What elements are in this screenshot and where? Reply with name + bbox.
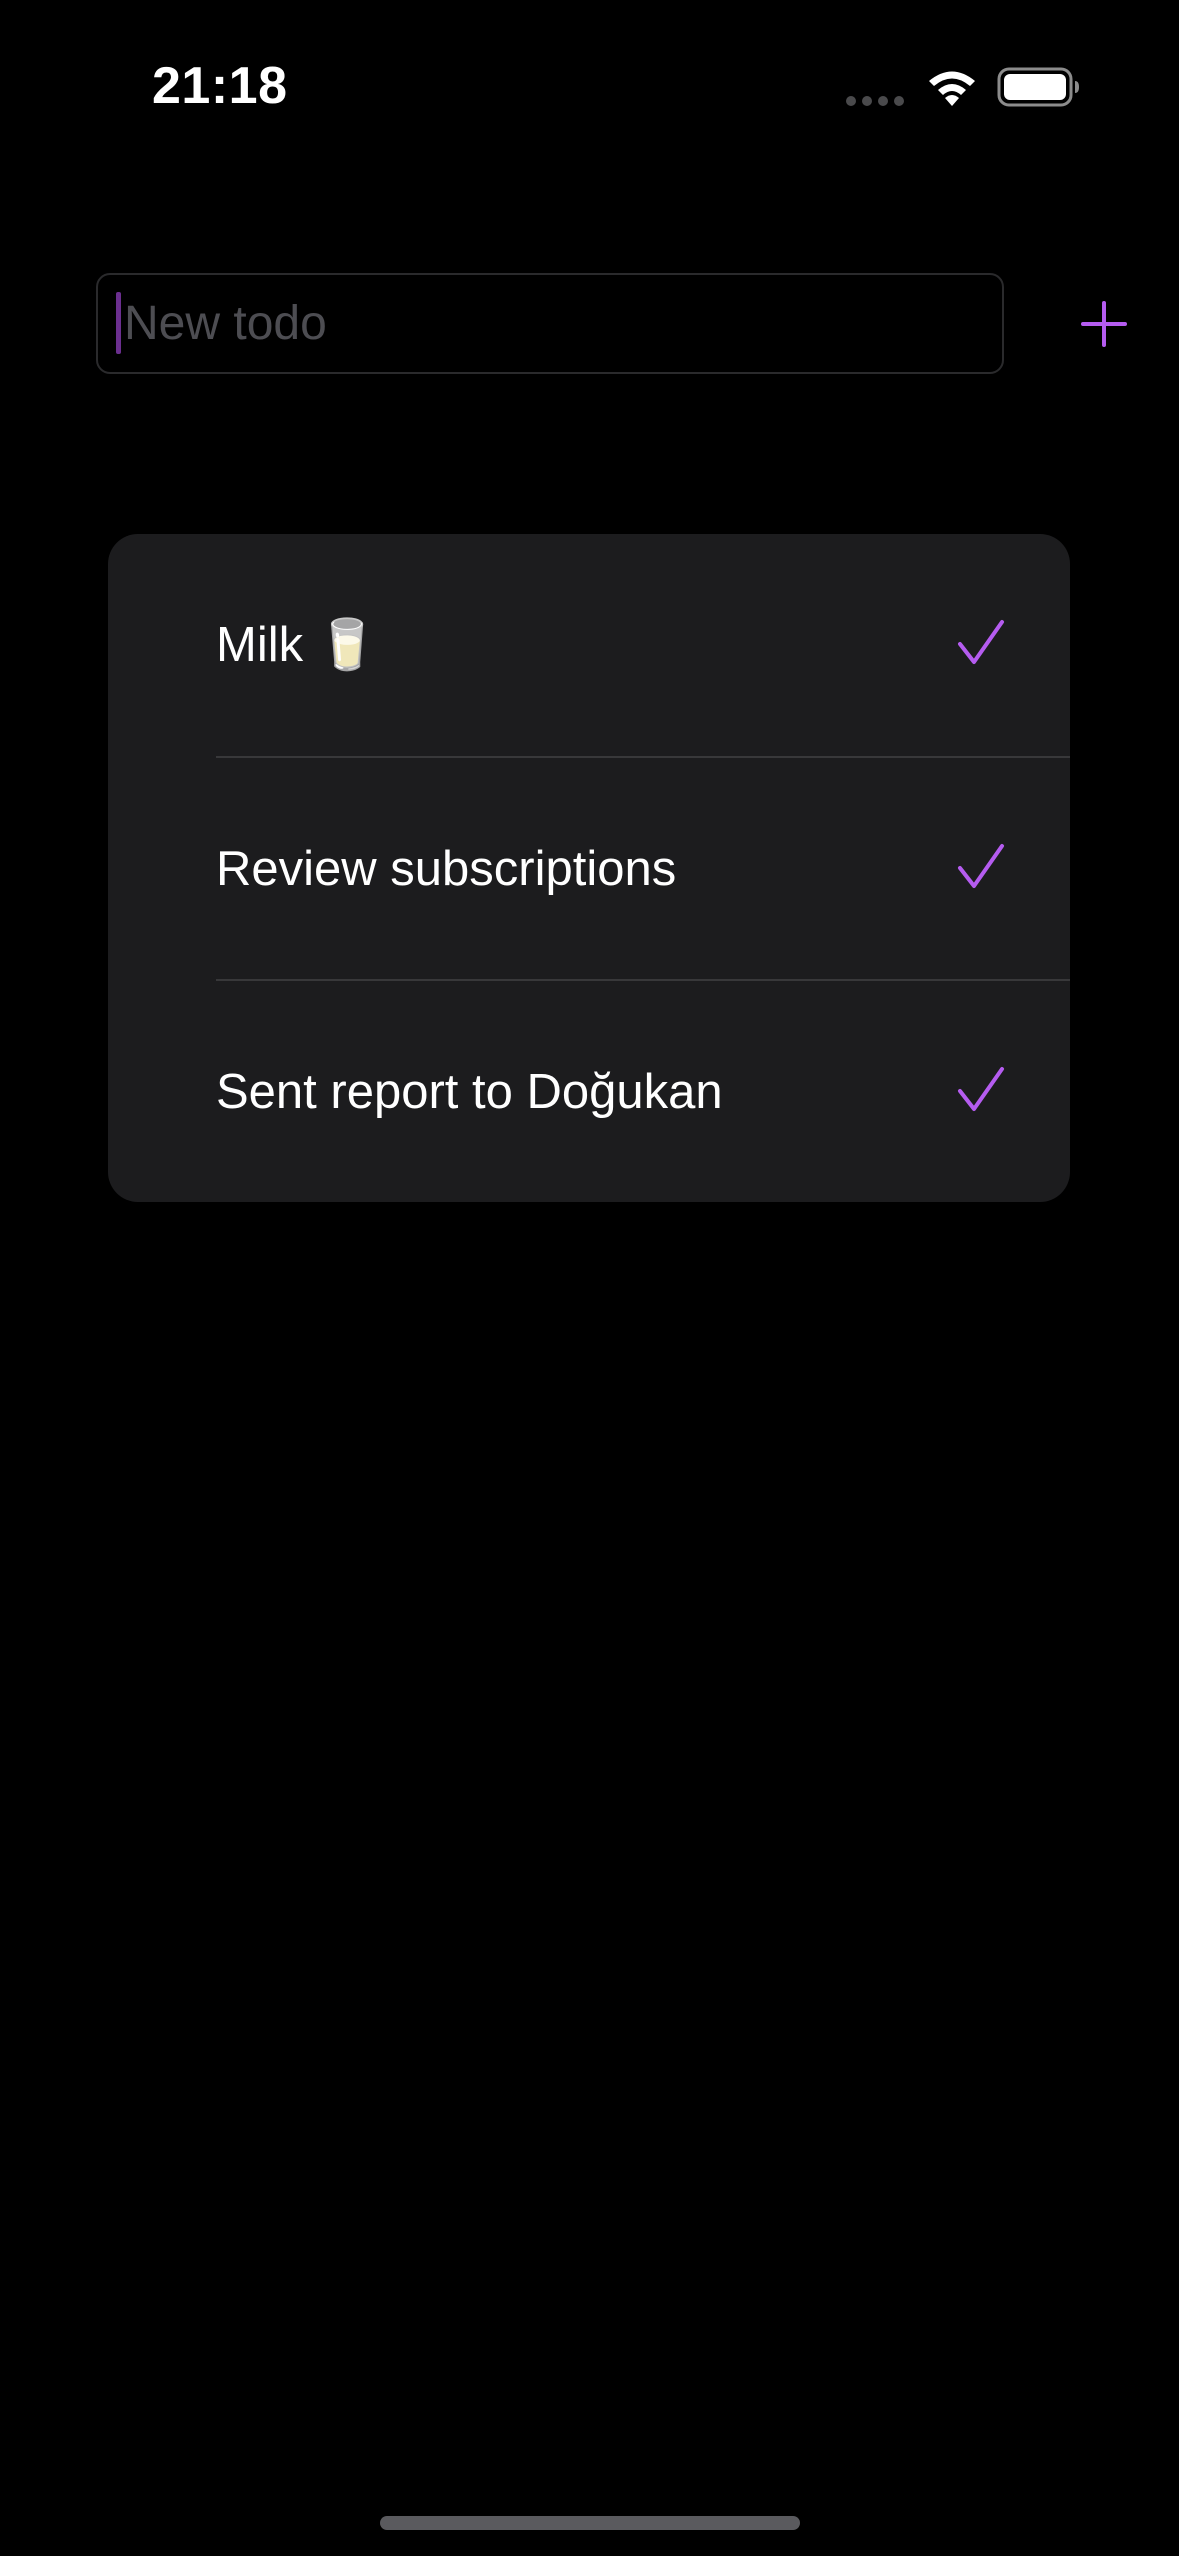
todo-label: Sent report to Doğukan <box>216 1065 723 1119</box>
text-cursor <box>116 292 121 354</box>
new-todo-field-container[interactable] <box>96 273 1004 374</box>
status-bar: 21:18 <box>0 0 1179 160</box>
checkmark-icon <box>958 620 1004 664</box>
checkmark-icon <box>958 1067 1004 1111</box>
status-time: 21:18 <box>152 57 288 115</box>
add-todo-button[interactable] <box>1072 292 1136 356</box>
todo-label: Milk 🥛 <box>216 618 378 672</box>
wifi-icon <box>929 71 975 106</box>
home-indicator[interactable] <box>380 2516 800 2530</box>
new-todo-input[interactable] <box>118 275 984 372</box>
todo-list: Milk 🥛 Review subscriptions Sent report … <box>108 534 1070 1202</box>
checkmark-icon <box>958 844 1004 888</box>
list-item[interactable]: Sent report to Doğukan <box>108 981 1070 1202</box>
todo-label: Review subscriptions <box>216 842 677 896</box>
plus-icon <box>1081 301 1127 347</box>
list-item[interactable]: Review subscriptions <box>108 758 1070 981</box>
list-item[interactable]: Milk 🥛 <box>108 534 1070 757</box>
signal-dots-icon <box>846 96 904 106</box>
battery-icon <box>997 67 1079 107</box>
